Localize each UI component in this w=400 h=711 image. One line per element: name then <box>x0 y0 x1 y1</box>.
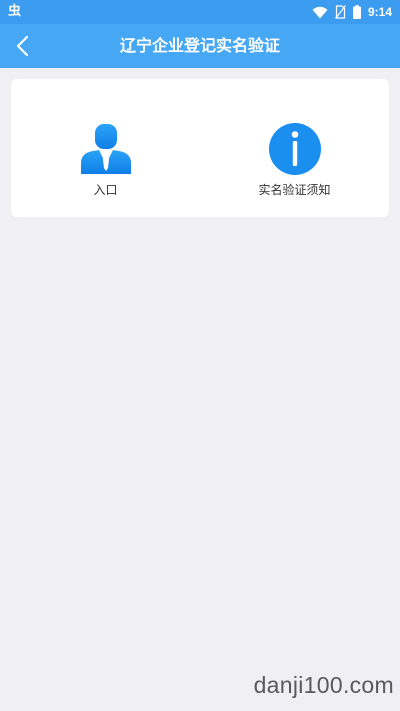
menu-card: 入口 实名验证须知 <box>11 79 389 217</box>
verification-notice-button[interactable]: 实名验证须知 <box>200 79 389 217</box>
no-sim-icon <box>334 5 346 19</box>
info-icon-wrap <box>267 121 323 177</box>
status-right-group: 9:14 <box>312 0 392 24</box>
status-bar: 虫 9:14 <box>0 0 400 24</box>
verification-notice-label: 实名验证须知 <box>258 183 331 197</box>
user-icon <box>80 124 131 174</box>
wifi-icon <box>312 6 328 18</box>
chevron-left-icon <box>16 35 29 57</box>
status-time: 9:14 <box>367 5 392 19</box>
entry-label: 入口 <box>93 183 118 197</box>
title-bar: 辽宁企业登记实名验证 <box>0 24 400 68</box>
back-button[interactable] <box>6 30 38 62</box>
debug-bug-icon: 虫 <box>8 4 22 19</box>
user-icon-wrap <box>78 121 134 177</box>
info-icon <box>268 123 321 175</box>
watermark: danji100.com <box>253 672 394 698</box>
entry-button[interactable]: 入口 <box>11 79 200 217</box>
battery-icon <box>352 5 361 19</box>
page-title: 辽宁企业登记实名验证 <box>119 36 280 55</box>
